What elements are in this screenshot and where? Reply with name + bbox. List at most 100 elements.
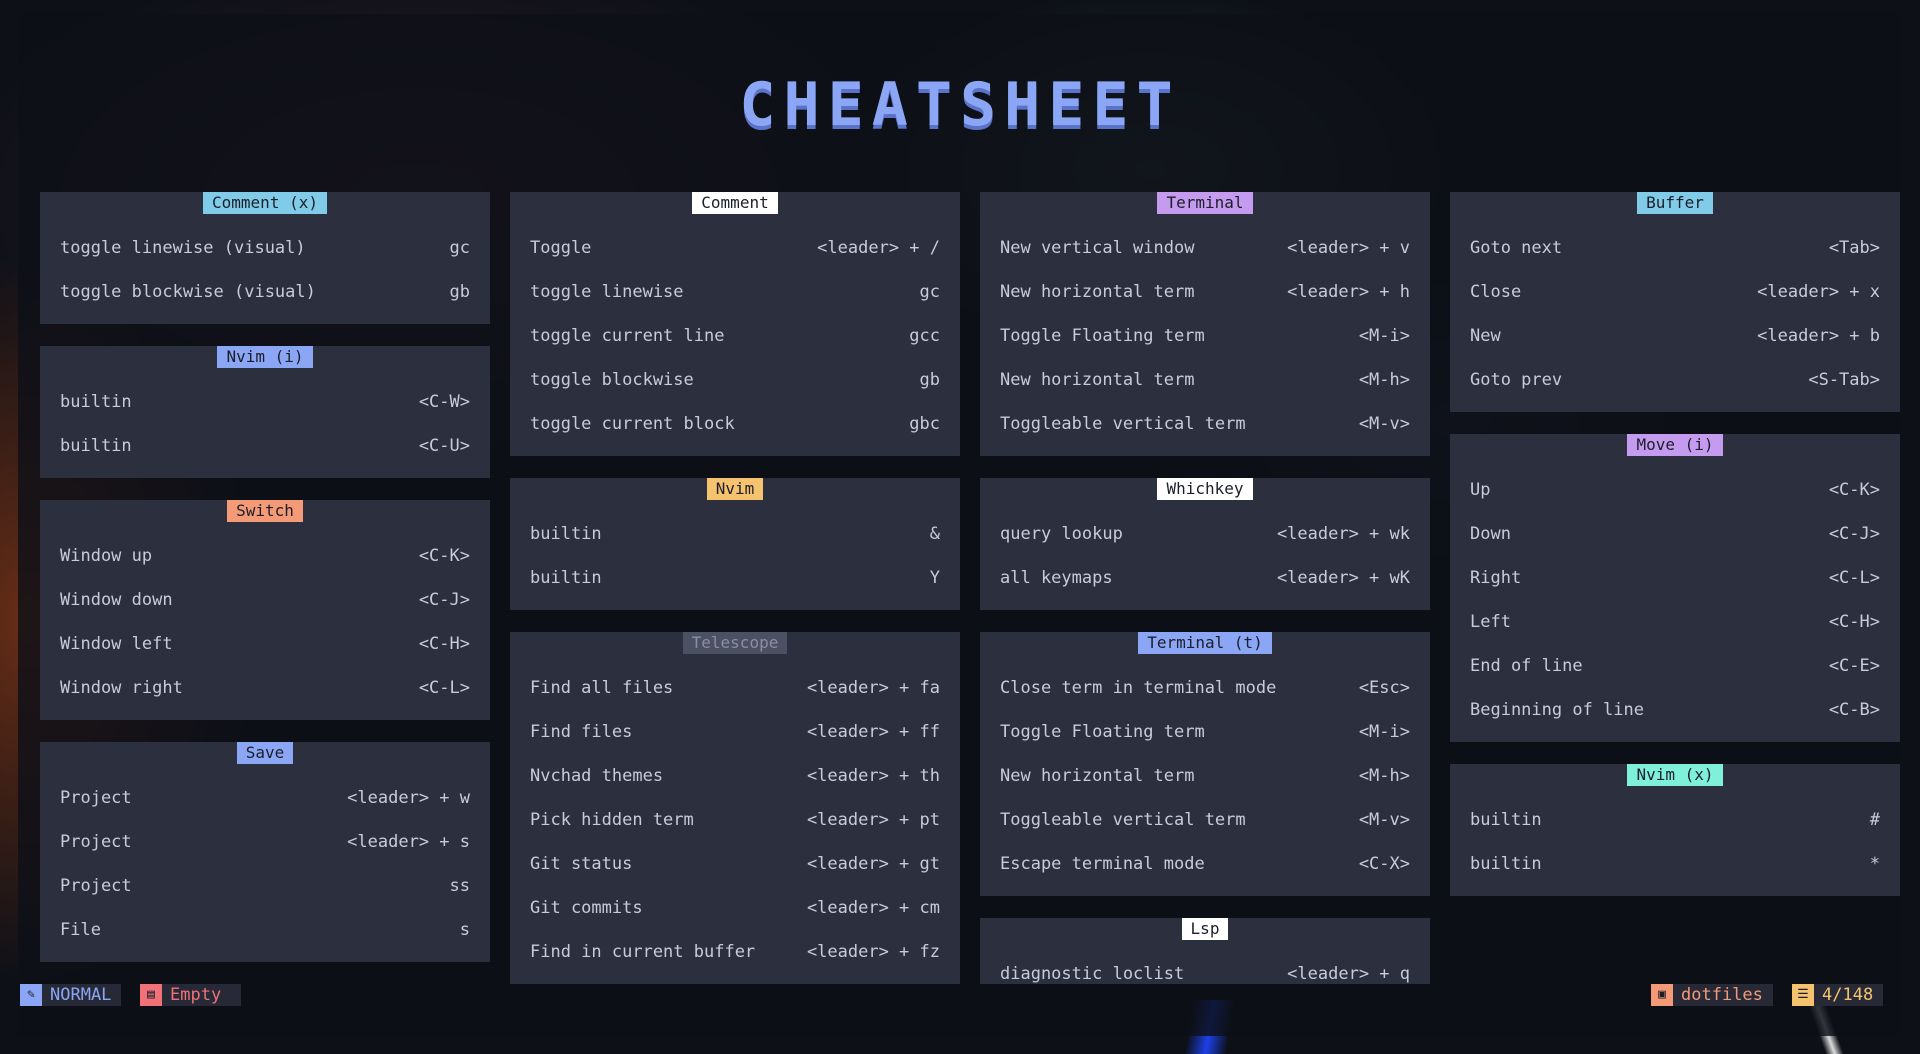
card-lsp: Lsp diagnostic loclist <leader> + q: [980, 918, 1430, 984]
card-title: Lsp: [1181, 918, 1229, 940]
card-title: Nvim (i): [217, 346, 313, 368]
keymap-key: &: [929, 524, 940, 544]
keymap-description: Nvchad themes: [530, 766, 664, 786]
keymap-row: toggle linewise (visual) gc: [60, 226, 470, 270]
keymap-description: builtin: [60, 392, 132, 412]
keymap-key: <M-v>: [1358, 810, 1410, 830]
keymap-description: Right: [1470, 568, 1522, 588]
keymap-list: toggle linewise (visual) gc toggle blockwi…: [60, 226, 470, 314]
keymap-key: #: [1869, 810, 1880, 830]
keymap-row: Goto next <Tab>: [1470, 226, 1880, 270]
card-header: Switch: [40, 500, 490, 522]
keymap-description: New horizontal term: [1000, 766, 1195, 786]
keymap-key: <leader> + ff: [806, 722, 940, 742]
keymap-row: Beginning of line <C-B>: [1470, 688, 1880, 732]
keymap-list: Find all files <leader> + fa Find files <le…: [530, 666, 940, 974]
keymap-key: gc: [449, 238, 470, 258]
keymap-row: Close <leader> + x: [1470, 270, 1880, 314]
card-header: Save: [40, 742, 490, 764]
keymap-key: <leader> + s: [347, 832, 470, 852]
keymap-description: builtin: [1470, 810, 1542, 830]
keymap-description: Up: [1470, 480, 1491, 500]
keymap-list: New vertical window <leader> + v New horiz…: [1000, 226, 1410, 446]
keymap-row: toggle current line gcc: [530, 314, 940, 358]
card-header: Nvim (x): [1450, 764, 1900, 786]
keymap-row: New horizontal term <leader> + h: [1000, 270, 1410, 314]
keymap-key: <C-L>: [418, 678, 470, 698]
card-header: Comment (x): [40, 192, 490, 214]
keymap-row: diagnostic loclist <leader> + q: [1000, 952, 1410, 996]
keymap-key: <leader> + gt: [806, 854, 940, 874]
keymap-description: builtin: [530, 524, 602, 544]
card-comment: Comment Toggle <leader> + / toggle linewise…: [510, 192, 960, 456]
keymap-key: gb: [919, 370, 940, 390]
keymap-description: New vertical window: [1000, 238, 1195, 258]
card-save: Save Project <leader> + w Project <leader> +…: [40, 742, 490, 962]
keymap-description: diagnostic loclist: [1000, 964, 1185, 984]
keymap-list: Window up <C-K> Window down <C-J> Window lef…: [60, 534, 470, 710]
card-header: Nvim (i): [40, 346, 490, 368]
keymap-key: <M-h>: [1358, 370, 1410, 390]
keymap-key: <M-v>: [1358, 414, 1410, 434]
keymap-row: Find files <leader> + ff: [530, 710, 940, 754]
card-title: Move (i): [1627, 434, 1723, 456]
keymap-row: builtin <C-W>: [60, 380, 470, 424]
keymap-row: toggle blockwise gb: [530, 358, 940, 402]
card-title: Telescope: [682, 632, 788, 654]
card-title: Buffer: [1637, 192, 1713, 214]
card-title: Switch: [227, 500, 303, 522]
keymap-description: Close: [1470, 282, 1522, 302]
keymap-key: gcc: [909, 326, 940, 346]
keymap-list: Up <C-K> Down <C-J> Right <C-L> Left <C-H> End o…: [1470, 468, 1880, 732]
keymap-row: Find all files <leader> + fa: [530, 666, 940, 710]
card-header: Lsp: [980, 918, 1430, 940]
card-title: Whichkey: [1157, 478, 1253, 500]
card-title: Terminal (t): [1138, 632, 1272, 654]
keymap-description: New horizontal term: [1000, 282, 1195, 302]
cheatsheet-title: CHEATSHEET: [739, 70, 1181, 140]
file-icon: ▤: [140, 984, 162, 1006]
statusbar-file: ▤ Empty: [140, 984, 242, 1006]
keymap-key: <C-X>: [1358, 854, 1410, 874]
keymap-row: End of line <C-E>: [1470, 644, 1880, 688]
card-header: Telescope: [510, 632, 960, 654]
card-title: Comment (x): [203, 192, 327, 214]
keymap-key: <C-J>: [418, 590, 470, 610]
keymap-description: builtin: [530, 568, 602, 588]
cwd-label: dotfiles: [1673, 984, 1773, 1006]
keymap-description: toggle linewise (visual): [60, 238, 306, 258]
keymap-key: <C-B>: [1828, 700, 1880, 720]
keymap-row: Toggleable vertical term <M-v>: [1000, 798, 1410, 842]
keymap-row: builtin #: [1470, 798, 1880, 842]
card-comment-x: Comment (x) toggle linewise (visual) gc tog…: [40, 192, 490, 324]
keymap-list: builtin <C-W> builtin <C-U>: [60, 380, 470, 468]
card-telescope: Telescope Find all files <leader> + fa Find…: [510, 632, 960, 984]
keymap-key: <Tab>: [1828, 238, 1880, 258]
keymap-row: Right <C-L>: [1470, 556, 1880, 600]
keymap-description: toggle linewise: [530, 282, 684, 302]
keymap-key: <M-i>: [1358, 326, 1410, 346]
card-nvim-x: Nvim (x) builtin # builtin *: [1450, 764, 1900, 896]
keymap-row: Toggle Floating term <M-i>: [1000, 710, 1410, 754]
keymap-key: <leader> + pt: [806, 810, 940, 830]
keymap-key: <leader> + q: [1287, 964, 1410, 984]
keymap-description: Toggle Floating term: [1000, 722, 1205, 742]
keymap-list: Toggle <leader> + / toggle linewise gc toggl…: [530, 226, 940, 446]
keymap-description: Goto prev: [1470, 370, 1563, 390]
position-label: 4/148: [1814, 984, 1884, 1006]
keymap-description: New: [1470, 326, 1501, 346]
keymap-row: New horizontal term <M-h>: [1000, 754, 1410, 798]
keymap-key: ss: [449, 876, 470, 896]
keymap-key: <Esc>: [1358, 678, 1410, 698]
keymap-key: <leader> + /: [817, 238, 940, 258]
card-title: Nvim (x): [1627, 764, 1723, 786]
keymap-description: Find all files: [530, 678, 674, 698]
keymap-key: <leader> + v: [1287, 238, 1410, 258]
keymap-row: Toggle <leader> + /: [530, 226, 940, 270]
keymap-key: <leader> + w: [347, 788, 470, 808]
file-label: Empty: [162, 984, 242, 1006]
card-terminal-t: Terminal (t) Close term in terminal mode <…: [980, 632, 1430, 896]
keymap-row: Window right <C-L>: [60, 666, 470, 710]
card-terminal: Terminal New vertical window <leader> + vN…: [980, 192, 1430, 456]
keymap-key: <C-E>: [1828, 656, 1880, 676]
